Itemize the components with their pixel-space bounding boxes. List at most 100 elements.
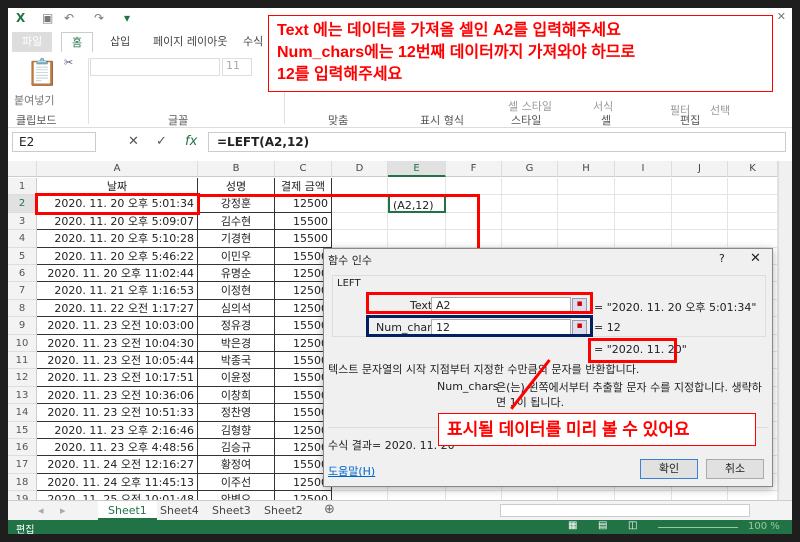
- horizontal-scrollbar[interactable]: [500, 504, 750, 517]
- tab-insert[interactable]: 삽입: [100, 32, 140, 52]
- cell-a[interactable]: 2020. 11. 23 오전 10:36:06: [37, 386, 198, 405]
- cell-b[interactable]: 심의석: [198, 299, 275, 318]
- cell-c[interactable]: 결제 금액: [275, 178, 332, 196]
- sheet-tab[interactable]: Sheet3: [202, 501, 261, 520]
- cell-a[interactable]: 2020. 11. 22 오전 1:17:27: [37, 299, 198, 318]
- scroll-right-icon[interactable]: ▸: [60, 504, 66, 517]
- cell-b[interactable]: 정유경: [198, 317, 275, 335]
- cell-a[interactable]: 2020. 11. 23 오후 4:48:56: [37, 439, 198, 457]
- cell-a[interactable]: 2020. 11. 23 오후 2:16:46: [37, 421, 198, 439]
- cell-a[interactable]: 2020. 11. 23 오전 10:03:00: [37, 317, 198, 335]
- cell-empty[interactable]: [672, 212, 728, 231]
- cell-e[interactable]: [388, 178, 446, 196]
- cell-empty[interactable]: [728, 195, 778, 213]
- cell-d[interactable]: [332, 178, 388, 196]
- font-name-select[interactable]: [90, 58, 220, 76]
- cell-empty[interactable]: [558, 195, 615, 213]
- formula-input[interactable]: =LEFT(A2,12): [208, 132, 786, 152]
- row-header[interactable]: 12: [8, 369, 37, 387]
- insert-function-icon[interactable]: fx: [185, 134, 197, 149]
- tab-file[interactable]: 파일: [12, 32, 53, 52]
- row-header[interactable]: 10: [8, 334, 37, 352]
- cancel-button[interactable]: 취소: [706, 459, 764, 479]
- select-button[interactable]: 선택: [710, 102, 730, 118]
- page-layout-view-icon[interactable]: ▤: [598, 520, 607, 531]
- cell-empty[interactable]: [558, 230, 615, 248]
- cell-b[interactable]: 유명순: [198, 265, 275, 283]
- cell-empty[interactable]: [446, 195, 502, 213]
- cell-a[interactable]: 2020. 11. 23 오전 10:05:44: [37, 352, 198, 370]
- cell-a[interactable]: 2020. 11. 24 오전 12:16:27: [37, 456, 198, 474]
- cell-empty[interactable]: [672, 230, 728, 248]
- column-header-k[interactable]: K: [728, 161, 778, 177]
- cell-b[interactable]: 이창희: [198, 386, 275, 405]
- column-header-e[interactable]: E: [388, 161, 446, 177]
- row-header[interactable]: 8: [8, 299, 37, 318]
- cell-b[interactable]: 이민우: [198, 247, 275, 265]
- row-header[interactable]: 16: [8, 439, 37, 457]
- cell-empty[interactable]: [558, 212, 615, 231]
- sheet-tab[interactable]: Sheet1: [98, 501, 157, 520]
- cell-b[interactable]: 이정현: [198, 282, 275, 300]
- close-icon[interactable]: ✕: [750, 251, 761, 266]
- tab-page-layout[interactable]: 페이지 레이아웃: [143, 32, 237, 52]
- column-header-j[interactable]: J: [672, 161, 728, 177]
- row-header[interactable]: 7: [8, 282, 37, 300]
- cell-a[interactable]: 2020. 11. 21 오후 1:16:53: [37, 282, 198, 300]
- cancel-icon[interactable]: ✕: [128, 134, 139, 149]
- cell-b[interactable]: 김승규: [198, 439, 275, 457]
- cell-c[interactable]: 15500: [275, 212, 332, 231]
- cell-a[interactable]: 2020. 11. 23 오전 10:17:51: [37, 369, 198, 387]
- cell-a[interactable]: 2020. 11. 20 오후 5:09:07: [37, 212, 198, 231]
- row-header[interactable]: 17: [8, 456, 37, 474]
- cell-d[interactable]: [332, 212, 388, 231]
- cell-e[interactable]: (A2,12): [388, 195, 446, 213]
- row-header[interactable]: 3: [8, 212, 37, 231]
- customize-qat-icon[interactable]: ▾: [124, 11, 130, 25]
- row-header[interactable]: 5: [8, 247, 37, 265]
- column-header-i[interactable]: I: [615, 161, 672, 177]
- cell-b[interactable]: 정찬영: [198, 404, 275, 422]
- cell-empty[interactable]: [446, 212, 502, 231]
- row-header[interactable]: 1: [8, 178, 37, 196]
- column-header-g[interactable]: G: [502, 161, 558, 177]
- cell-c[interactable]: 12500: [275, 195, 332, 213]
- cell-a[interactable]: 2020. 11. 24 오후 11:45:13: [37, 473, 198, 492]
- cell-a[interactable]: 2020. 11. 20 오후 5:46:22: [37, 247, 198, 265]
- cell-b[interactable]: 기경현: [198, 230, 275, 248]
- column-header-c[interactable]: C: [275, 161, 332, 177]
- cell-empty[interactable]: [558, 178, 615, 196]
- cell-empty[interactable]: [615, 195, 672, 213]
- cell-empty[interactable]: [728, 212, 778, 231]
- cell-empty[interactable]: [446, 230, 502, 248]
- save-icon[interactable]: ▣: [42, 11, 53, 25]
- add-sheet-icon[interactable]: ⊕: [324, 502, 335, 517]
- cell-a[interactable]: 2020. 11. 20 오후 11:02:44: [37, 265, 198, 283]
- cell-b[interactable]: 김수현: [198, 212, 275, 231]
- row-header[interactable]: 6: [8, 265, 37, 283]
- cell-c[interactable]: 15500: [275, 230, 332, 248]
- cell-d[interactable]: [332, 195, 388, 213]
- row-header[interactable]: 9: [8, 317, 37, 335]
- cell-b[interactable]: 이주선: [198, 473, 275, 492]
- vertical-scrollbar[interactable]: [778, 161, 792, 501]
- row-header[interactable]: 11: [8, 352, 37, 370]
- row-header[interactable]: 2: [8, 195, 37, 213]
- cell-empty[interactable]: [615, 212, 672, 231]
- column-header-a[interactable]: A: [37, 161, 198, 177]
- cell-b[interactable]: 김형향: [198, 421, 275, 439]
- cell-empty[interactable]: [672, 195, 728, 213]
- redo-icon[interactable]: ↷: [94, 11, 104, 25]
- cell-e[interactable]: [388, 212, 446, 231]
- column-header-b[interactable]: B: [198, 161, 275, 177]
- page-break-view-icon[interactable]: ◫: [628, 520, 637, 531]
- cell-b[interactable]: 박은경: [198, 334, 275, 352]
- paste-button[interactable]: 붙여넣기: [14, 92, 54, 108]
- help-link[interactable]: 도움말(H): [328, 463, 375, 479]
- cell-b[interactable]: 이윤정: [198, 369, 275, 387]
- cell-empty[interactable]: [672, 178, 728, 196]
- cell-b[interactable]: 박종국: [198, 352, 275, 370]
- tab-home[interactable]: 홈: [61, 32, 94, 52]
- cell-empty[interactable]: [615, 178, 672, 196]
- sheet-tab[interactable]: Sheet4: [150, 501, 209, 520]
